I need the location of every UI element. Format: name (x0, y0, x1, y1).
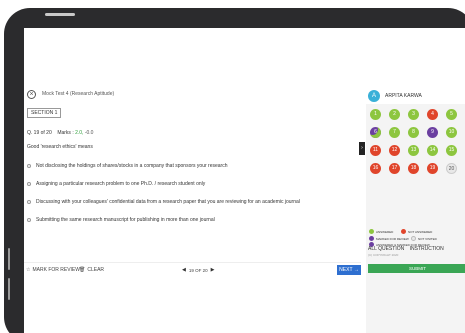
question-number-button[interactable]: 17 (389, 163, 400, 174)
clear-button[interactable]: 🗑 CLEAR (79, 267, 104, 273)
pager-text: 19 OF 20 (188, 267, 208, 273)
question-number-button[interactable]: 9 (427, 127, 438, 138)
question-number-button[interactable]: 11 (370, 145, 381, 156)
test-header: × Mock Test 4 (Research Aptitude) (24, 88, 361, 103)
question-number-button[interactable]: 4 (427, 109, 438, 120)
sidebar-tabs: ALL QUESTION INSTRUCTION (368, 246, 448, 252)
legend-not-visited: NOT VISITED (411, 236, 437, 241)
not-answered-swatch (401, 229, 406, 234)
option-3[interactable]: Discussing with your colleagues' confide… (27, 199, 300, 205)
arrow-right-icon: → (353, 267, 359, 273)
triangle-right-icon[interactable]: ▶ (211, 267, 215, 273)
triangle-left-icon[interactable]: ◀ (182, 267, 186, 273)
tablet-top-button (45, 13, 75, 16)
next-button[interactable]: NEXT → (337, 265, 361, 275)
option-label: Not disclosing the holdings of shares/st… (36, 163, 228, 169)
question-number-button[interactable]: 10 (446, 127, 457, 138)
tab-instruction[interactable]: INSTRUCTION (410, 246, 444, 252)
tablet-side-button (8, 248, 10, 270)
question-number-button[interactable]: 16 (370, 163, 381, 174)
marks-positive: 2.0, (75, 130, 84, 136)
question-number-button[interactable]: 1 (370, 109, 381, 120)
username: ARPITA KARWA (385, 93, 422, 99)
question-number-button[interactable]: 13 (408, 145, 419, 156)
app-screen: × Mock Test 4 (Research Aptitude) SECTIO… (24, 28, 465, 333)
question-meta: Q. 19 of 20 Marks : 2.0, -0.0 (27, 130, 93, 136)
legend-label: MARKED FOR REVIEW (376, 236, 409, 241)
question-number-button[interactable]: 20 (446, 163, 457, 174)
question-text: Good 'research ethics' means (27, 144, 93, 150)
test-title: Mock Test 4 (Research Aptitude) (42, 91, 115, 97)
legend-marked: MARKED FOR REVIEW (369, 236, 409, 241)
legend-label: NOT ANSWERED (408, 229, 433, 234)
radio-icon[interactable] (27, 200, 31, 204)
answered-swatch (369, 229, 374, 234)
avatar: A (368, 90, 380, 102)
section-tab[interactable]: SECTION 1 (27, 108, 62, 118)
marks-label: Marks : (57, 130, 74, 136)
marks-negative: -0.0 (84, 130, 94, 136)
trash-icon: 🗑 (79, 267, 86, 273)
mark-for-review-button[interactable]: ☆ MARK FOR REVIEW (26, 267, 80, 273)
close-icon[interactable]: × (27, 90, 36, 99)
question-number-button[interactable]: 19 (427, 163, 438, 174)
question-number-button[interactable]: 18 (408, 163, 419, 174)
tablet-side-button (8, 278, 10, 300)
radio-icon[interactable] (27, 164, 31, 168)
question-pager: ◀ 19 OF 20 ▶ (179, 267, 217, 273)
option-1[interactable]: Not disclosing the holdings of shares/st… (27, 163, 228, 169)
legend-not-answered: NOT ANSWERED (401, 229, 432, 234)
option-2[interactable]: Assigning a particular research problem … (27, 181, 205, 187)
question-number-button[interactable]: 8 (408, 127, 419, 138)
next-label: NEXT (339, 267, 353, 273)
question-footer: ☆ MARK FOR REVIEW 🗑 CLEAR ◀ 19 OF 20 ▶ N… (24, 262, 361, 276)
user-info: A ARPITA KARWA (366, 88, 465, 104)
question-palette-panel: A ARPITA KARWA 1 2 3 4 5 6 7 8 9 10 11 12 13 14 15 16 17… (366, 88, 465, 333)
question-number-button[interactable]: 5 (446, 109, 457, 120)
question-number-button[interactable]: 14 (427, 145, 438, 156)
option-label: Discussing with your colleagues' confide… (36, 199, 300, 205)
question-number-button[interactable]: 3 (408, 109, 419, 120)
question-number-button[interactable]: 6 (370, 127, 381, 138)
option-label: Submitting the same research manuscript … (36, 217, 215, 223)
mark-review-label: MARK FOR REVIEW (32, 267, 80, 273)
clear-label: CLEAR (87, 267, 105, 273)
tablet-frame: × Mock Test 4 (Research Aptitude) SECTIO… (4, 8, 465, 333)
question-number-button[interactable]: 12 (389, 145, 400, 156)
option-label: Assigning a particular research problem … (36, 181, 206, 187)
marked-swatch (369, 236, 374, 241)
legend-label: ANSWERED (376, 229, 394, 234)
legend-answered: ANSWERED (369, 229, 393, 234)
submit-button[interactable]: SUBMIT (368, 264, 465, 273)
question-number-button[interactable]: 15 (446, 145, 457, 156)
question-position: Q. 19 of 20 (27, 130, 52, 136)
question-pane: × Mock Test 4 (Research Aptitude) SECTIO… (24, 88, 361, 333)
collapse-sidebar-button[interactable]: › (359, 142, 365, 155)
tab-all-question[interactable]: ALL QUESTION (368, 246, 404, 252)
question-number-button[interactable]: 7 (389, 127, 400, 138)
legend-label: NOT VISITED (418, 236, 437, 241)
radio-icon[interactable] (27, 218, 31, 222)
star-icon: ☆ (26, 267, 31, 273)
question-number-button[interactable]: 2 (389, 109, 400, 120)
not-visited-swatch (411, 236, 416, 241)
option-4[interactable]: Submitting the same research manuscript … (27, 217, 215, 223)
copyright-text: (C) COPYRIGHT 2020 (368, 253, 399, 257)
chevron-right-icon: › (361, 145, 363, 151)
radio-icon[interactable] (27, 182, 31, 186)
